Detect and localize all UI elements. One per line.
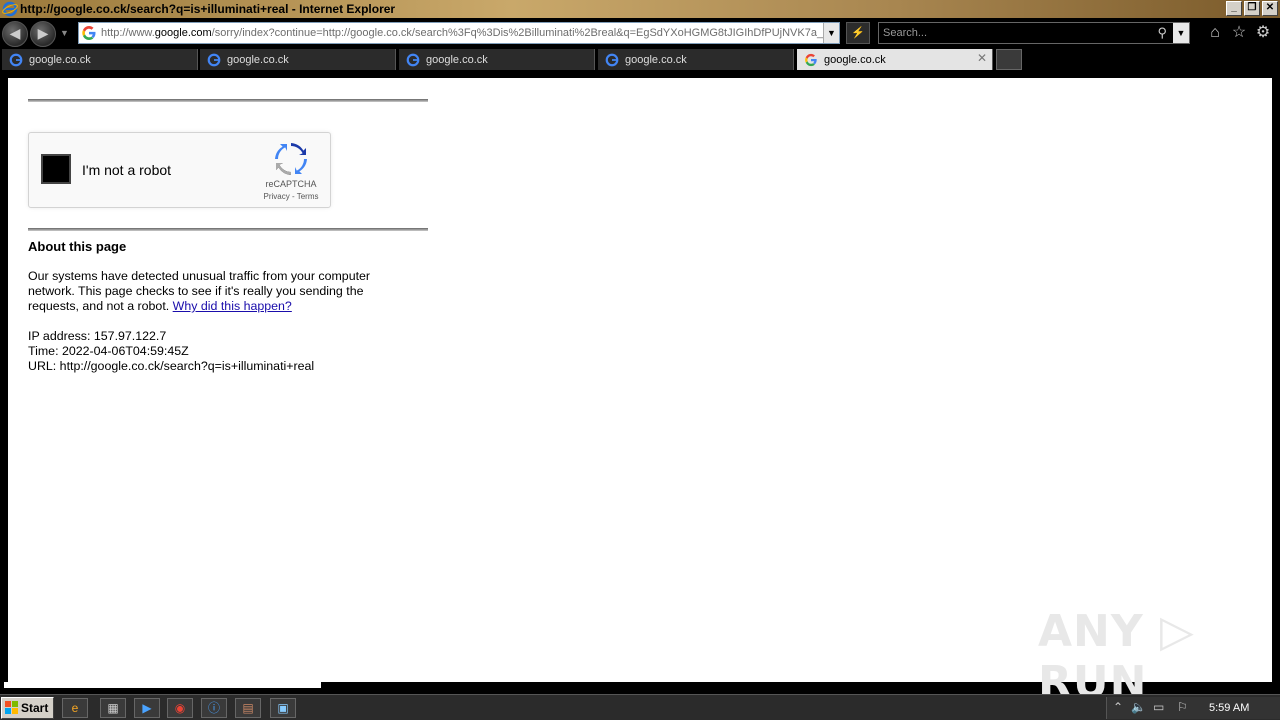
window-title: http://google.co.ck/search?q=is+illumina… [20,2,396,16]
start-button[interactable]: Start [1,697,54,719]
chrome-icon[interactable]: ◉ [167,698,193,718]
minimize-button[interactable]: _ [1226,1,1242,16]
google-favicon-icon [605,53,619,66]
taskbar: Start e ▦ ▶ ◉ ⓘ ▤ ▣ ⌃ 🔈 ▭ ⚐ 5:59 AM [0,694,1280,720]
search-placeholder: Search... [883,27,928,39]
app-info-icon[interactable]: ⓘ [201,698,227,718]
start-label: Start [21,701,49,715]
tab-3[interactable]: google.co.ck [399,49,595,70]
home-icon[interactable]: ⌂ [1205,23,1225,43]
recent-pages-chevron-icon[interactable]: ▼ [60,28,69,38]
restore-button[interactable]: ❐ [1244,1,1260,16]
recaptcha-logo-icon [275,143,307,175]
tab-close-icon[interactable]: ✕ [977,51,987,65]
system-tray: ⌃ 🔈 ▭ ⚐ 5:59 AM [1106,697,1280,719]
windows-flag-icon [5,701,18,714]
forward-button[interactable]: ▶ [30,21,56,47]
search-icon[interactable]: ⚲ [1157,25,1167,41]
ie-taskbar-icon[interactable]: e [62,698,88,718]
why-link[interactable]: Why did this happen? [173,299,292,313]
google-favicon-icon [406,53,420,66]
google-favicon-icon [805,53,817,66]
explorer-folder-icon[interactable]: ▦ [100,698,126,718]
recaptcha-widget: I'm not a robot reCAPTCHA Privacy - Term… [28,132,331,208]
tab-label: google.co.ck [824,53,886,66]
google-favicon-icon [9,53,23,66]
tab-label: google.co.ck [625,53,687,66]
window-controls: _ ❐ ✕ [1226,1,1278,16]
divider-bottom [28,228,428,231]
compatibility-view-icon[interactable]: ⚡ [846,22,870,44]
timestamp: Time: 2022-04-06T04:59:45Z [28,344,189,358]
tab-5-active[interactable]: google.co.ck ✕ [797,49,993,70]
recaptcha-privacy-terms-links[interactable]: Privacy - Terms [255,192,327,201]
clock[interactable]: 5:59 AM [1209,702,1249,714]
google-favicon-icon [82,26,96,40]
network-icon[interactable]: ▭ [1153,700,1164,714]
remote-desktop-icon[interactable]: ▣ [270,698,296,718]
about-heading: About this page [28,239,127,254]
address-url[interactable]: http://www.google.com/sorry/index?contin… [101,27,839,39]
new-tab-button[interactable] [996,49,1022,70]
ip-address: IP address: 157.97.122.7 [28,329,167,343]
tab-label: google.co.ck [426,53,488,66]
volume-icon[interactable]: 🔈 [1131,700,1146,714]
page-content: I'm not a robot reCAPTCHA Privacy - Term… [8,78,1272,708]
favorites-star-icon[interactable]: ☆ [1229,23,1249,43]
navigation-bar: ◀ ▶ ▼ http://www.google.com/sorry/index?… [0,18,1280,48]
about-text: Our systems have detected unusual traffi… [28,269,371,313]
recaptcha-label: I'm not a robot [82,162,172,178]
recaptcha-brand: reCAPTCHA [265,179,317,189]
blocked-url: URL: http://google.co.ck/search?q=is+ill… [28,359,315,373]
tab-1[interactable]: google.co.ck [2,49,198,70]
action-center-flag-icon[interactable]: ⚐ [1177,700,1188,714]
anyrun-watermark: ANY ▷ RUN [1038,606,1195,708]
tools-gear-icon[interactable]: ⚙ [1253,23,1273,43]
media-player-icon[interactable]: ▶ [134,698,160,718]
tab-bar: google.co.ck google.co.ck google.co.ck g… [0,48,1280,70]
google-favicon-icon [207,53,221,66]
tab-4[interactable]: google.co.ck [598,49,794,70]
close-button[interactable]: ✕ [1262,1,1278,16]
ie-window: http://google.co.ck/search?q=is+illumina… [0,0,1280,720]
tab-label: google.co.ck [29,53,91,66]
search-dropdown-chevron-icon[interactable]: ▼ [1173,23,1189,43]
tray-expand-chevron-icon[interactable]: ⌃ [1113,700,1123,714]
title-bar: http://google.co.ck/search?q=is+illumina… [0,0,1280,18]
ie-logo-icon [2,1,18,17]
address-bar[interactable]: http://www.google.com/sorry/index?contin… [78,22,840,44]
address-dropdown-chevron-icon[interactable]: ▼ [823,23,839,43]
page-strip [4,682,321,688]
divider-top [28,99,428,102]
search-box[interactable]: Search... ⚲ ▼ [878,22,1190,44]
tab-2[interactable]: google.co.ck [200,49,396,70]
tab-label: google.co.ck [227,53,289,66]
recaptcha-checkbox[interactable] [41,154,71,184]
back-button[interactable]: ◀ [2,21,28,47]
archive-icon[interactable]: ▤ [235,698,261,718]
